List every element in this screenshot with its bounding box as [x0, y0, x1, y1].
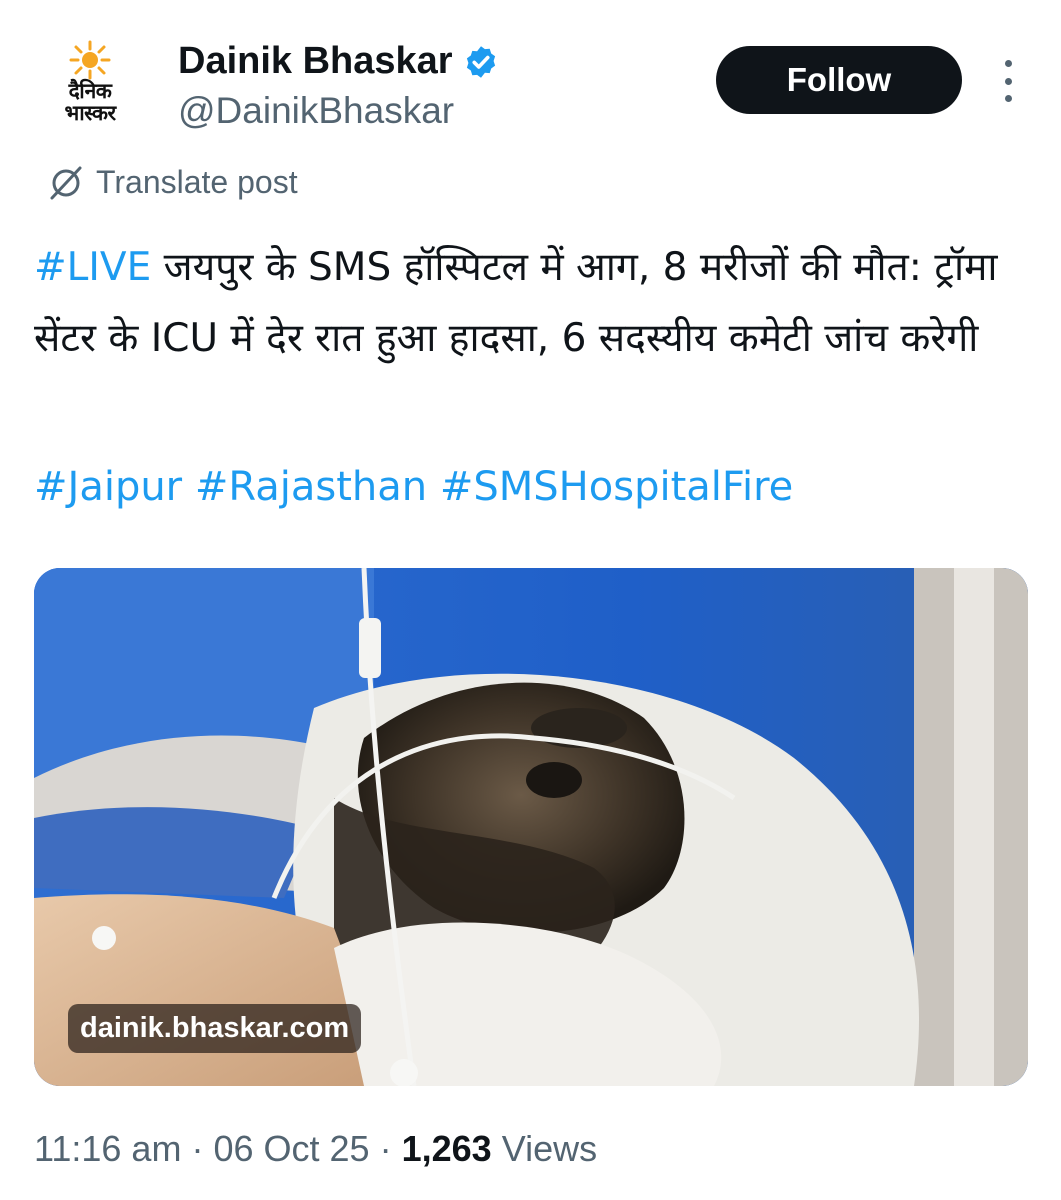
media-credit-watermark: dainik.bhaskar.com [68, 1004, 362, 1053]
account-handle[interactable]: @DainikBhaskar [178, 90, 454, 132]
translate-post-label: Translate post [96, 163, 298, 200]
post-media-image[interactable]: dainik.bhaskar.com [34, 568, 1028, 1086]
post-time[interactable]: 11:16 am [34, 1128, 181, 1169]
sun-logo-icon [69, 40, 111, 80]
meta-separator: · [191, 1128, 204, 1169]
translate-post-link[interactable]: Translate post [46, 162, 298, 202]
more-dot [1004, 95, 1012, 102]
account-avatar[interactable]: दैनिक भास्कर [34, 40, 146, 136]
logo-text-line2: भास्कर [64, 101, 116, 125]
hashtag-live[interactable]: #LIVE [34, 245, 151, 290]
verified-badge-icon [466, 45, 495, 78]
post-date[interactable]: 06 Oct 25 [213, 1128, 369, 1169]
views-count: 1,263 [401, 1128, 492, 1169]
views-label: Views [501, 1128, 598, 1169]
post-body: जयपुर के SMS हॉस्पिटल में आग, 8 मरीजों क… [34, 245, 998, 361]
hashtag-jaipur[interactable]: #Jaipur [34, 464, 182, 510]
meta-separator: · [379, 1128, 392, 1169]
more-dot [1004, 77, 1012, 85]
display-name[interactable]: Dainik Bhaskar [178, 40, 453, 83]
hashtag-line: #Jaipur #Rajasthan #SMSHospitalFire [34, 452, 1024, 522]
hashtag-rajasthan[interactable]: #Rajasthan [195, 464, 427, 510]
post-meta: 11:16 am · 06 Oct 25 · 1,263 Views [34, 1128, 597, 1170]
translate-globe-icon [50, 166, 82, 200]
more-options-icon[interactable] [998, 60, 1018, 102]
logo-text-line1: दैनिक [68, 79, 112, 103]
follow-button[interactable]: Follow [716, 46, 962, 114]
hashtag-smshospitalfire[interactable]: #SMSHospitalFire [440, 464, 793, 510]
name-row: Dainik Bhaskar [178, 40, 499, 83]
post-text: #LIVE जयपुर के SMS हॉस्पिटल में आग, 8 मर… [34, 232, 1014, 374]
more-dot [1004, 60, 1012, 67]
